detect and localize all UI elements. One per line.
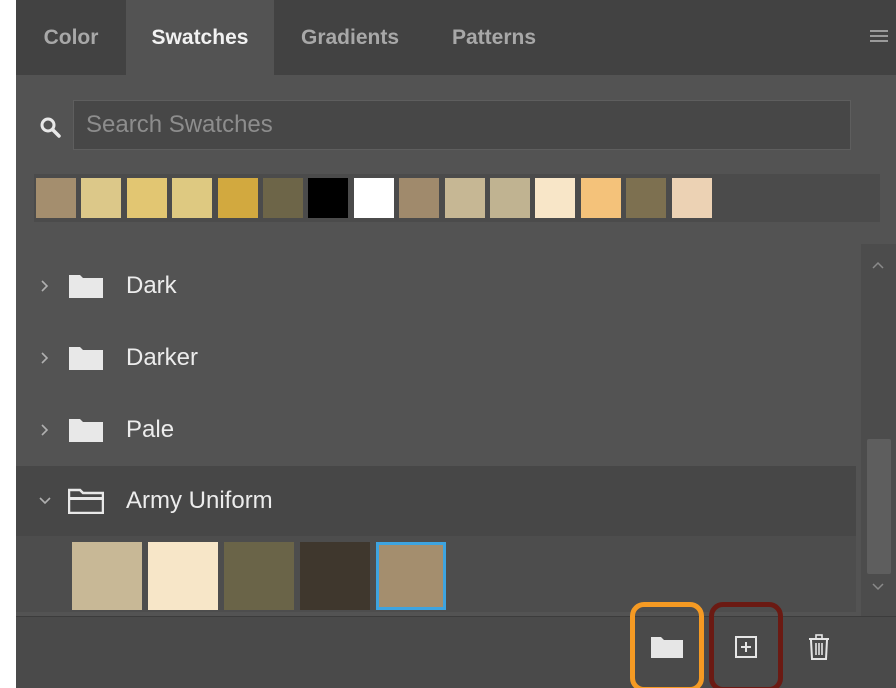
chevron-right-icon[interactable] [38,423,52,437]
recent-swatch[interactable] [217,178,258,218]
group-row-pale[interactable]: Pale [16,395,856,465]
folder-icon [69,419,103,442]
chevron-right-icon[interactable] [38,351,52,365]
group-swatch[interactable] [224,542,294,610]
plus-square-icon [735,636,757,658]
tab-swatches[interactable]: Swatches [126,0,274,75]
chevron-right-icon[interactable] [38,279,52,293]
recent-swatch[interactable] [126,178,167,218]
tab-bar: Color Swatches Gradients Patterns [16,0,896,75]
search-icon [40,117,61,138]
scrollbar[interactable] [861,244,896,616]
group-row-army-uniform[interactable]: Army Uniform [16,466,856,536]
recent-swatch[interactable] [671,178,712,218]
group-label-army-uniform: Army Uniform [126,487,273,514]
folder-icon [651,637,683,658]
recent-swatch[interactable] [535,178,576,218]
scroll-up-icon[interactable] [871,260,885,270]
recent-swatch[interactable] [580,178,621,218]
tab-patterns[interactable]: Patterns [426,0,562,75]
recent-swatch[interactable] [81,178,122,218]
scroll-down-icon[interactable] [871,582,885,592]
group-row-darker[interactable]: Darker [16,323,856,393]
folder-open-icon [68,488,104,514]
group-label-dark: Dark [126,272,177,299]
delete-swatch-button[interactable] [782,602,856,688]
new-swatch-button[interactable] [709,602,783,688]
tab-gradients[interactable]: Gradients [274,0,426,75]
menu-icon[interactable] [870,30,888,46]
recent-swatch[interactable] [172,178,213,218]
recent-swatch[interactable] [444,178,485,218]
recent-swatches [34,174,880,222]
recent-swatch[interactable] [263,178,303,218]
group-label-darker: Darker [126,344,199,371]
group-swatch[interactable] [72,542,142,610]
new-group-button[interactable] [630,602,704,688]
trash-icon [809,634,829,660]
army-uniform-swatches [16,536,856,612]
tab-color[interactable]: Color [16,0,126,75]
group-swatch[interactable] [300,542,370,610]
search-input[interactable] [73,100,851,150]
recent-swatch[interactable] [36,178,76,218]
group-label-pale: Pale [126,416,175,443]
recent-swatch[interactable] [353,178,394,218]
swatches-panel: Color Swatches Gradients Patterns Dark D… [16,0,896,688]
swatch-group-list: Dark Darker Pale Army Uniform [16,244,856,614]
recent-swatch[interactable] [308,178,349,218]
chevron-down-icon[interactable] [38,494,52,508]
recent-swatch[interactable] [490,178,530,218]
folder-icon [69,347,103,370]
group-row-dark[interactable]: Dark [16,251,856,321]
scroll-thumb[interactable] [867,439,891,574]
group-swatch[interactable] [376,542,446,610]
group-swatch[interactable] [148,542,218,610]
recent-swatch[interactable] [399,178,440,218]
recent-swatch[interactable] [626,178,667,218]
folder-icon [69,275,103,298]
